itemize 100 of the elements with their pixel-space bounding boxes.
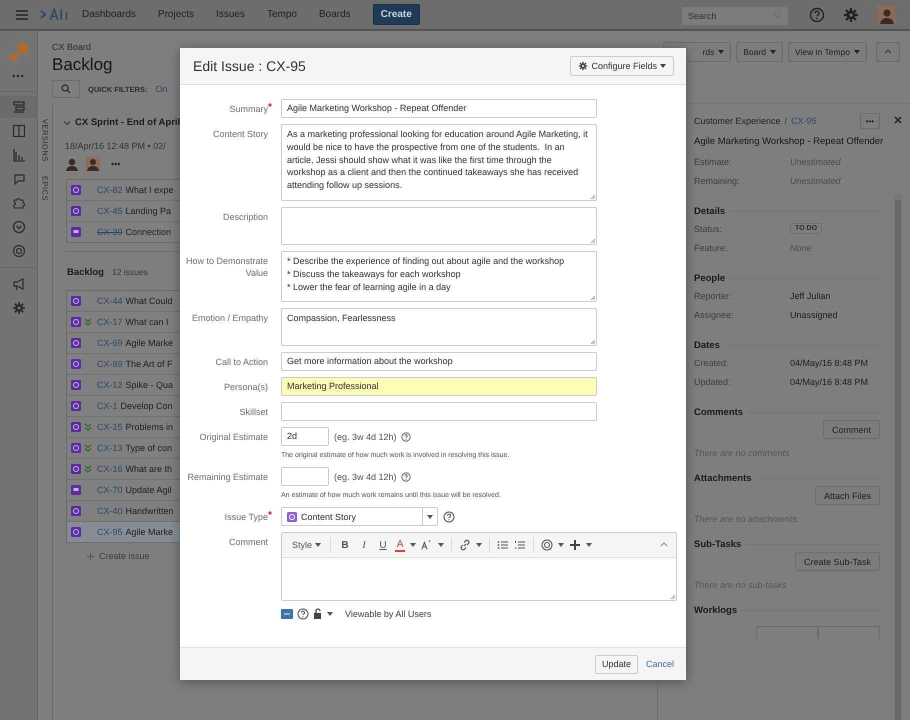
- more-button[interactable]: •••: [860, 113, 880, 129]
- sprint-name: CX Sprint - End of April: [75, 117, 180, 128]
- field-label: Call to Action: [215, 356, 268, 368]
- panel-action-button[interactable]: Attach Files: [814, 486, 880, 505]
- issue-key[interactable]: CX-15: [97, 422, 123, 432]
- section-heading: Worklogs: [694, 605, 738, 616]
- backlog-nav-item[interactable]: [0, 96, 38, 118]
- resize-grip-icon[interactable]: [590, 194, 595, 199]
- create-button[interactable]: Create: [372, 4, 420, 25]
- settings-icon[interactable]: [12, 301, 26, 315]
- dropdown-button[interactable]: Board: [736, 42, 784, 62]
- issue-key[interactable]: CX-1: [97, 401, 118, 411]
- quick-filter-link[interactable]: On: [155, 84, 168, 94]
- avatar-icon: [65, 157, 79, 171]
- help-icon[interactable]: [297, 608, 309, 620]
- help-icon[interactable]: [809, 6, 825, 22]
- configure-fields-button[interactable]: Configure Fields: [570, 56, 674, 76]
- columns-icon[interactable]: [12, 124, 26, 138]
- resize-grip-icon[interactable]: [590, 339, 595, 344]
- target-icon[interactable]: [12, 244, 26, 258]
- nav-link[interactable]: Issues: [216, 9, 245, 20]
- panel-action-button[interactable]: Create Sub-Task: [794, 552, 880, 571]
- dialog-title: Edit Issue : CX-95: [193, 58, 306, 74]
- textarea-field[interactable]: [281, 206, 597, 245]
- link-icon[interactable]: [459, 539, 472, 552]
- caret-icon[interactable]: [327, 612, 333, 616]
- puzzle-icon[interactable]: [12, 196, 26, 210]
- help-icon[interactable]: [443, 510, 455, 523]
- issue-key[interactable]: CX-13: [97, 443, 123, 453]
- text-size-icon[interactable]: [421, 539, 434, 552]
- issue-summary: Type of con: [126, 443, 172, 453]
- text-field[interactable]: [281, 402, 597, 422]
- logo-icon[interactable]: [40, 8, 70, 21]
- more-button[interactable]: •••: [12, 71, 25, 81]
- resize-grip-icon[interactable]: [670, 594, 675, 600]
- numbered-list-icon[interactable]: [514, 539, 526, 552]
- update-button[interactable]: Update: [594, 654, 638, 674]
- emoticon-icon[interactable]: [541, 539, 554, 552]
- search-field[interactable]: Search: [682, 6, 788, 24]
- issue-key[interactable]: CX-95: [97, 527, 123, 537]
- issue-key-link[interactable]: CX-95: [791, 116, 817, 126]
- issue-key[interactable]: CX-45: [97, 206, 123, 216]
- issue-type-select[interactable]: Content Story: [281, 507, 438, 526]
- textarea-field[interactable]: * Describe the experience of finding out about agile and the workshop * Discuss the takeaways for each workshop * Lower the fear of learning agile in a day: [281, 250, 597, 302]
- help-icon[interactable]: [400, 472, 411, 482]
- plus-icon: [87, 552, 94, 560]
- nav-link[interactable]: Boards: [318, 9, 351, 20]
- help-icon[interactable]: [400, 432, 411, 442]
- cancel-link[interactable]: Cancel: [646, 659, 674, 669]
- project-link[interactable]: Customer Experience: [694, 116, 781, 126]
- create-issue-link[interactable]: Create issue: [99, 551, 150, 561]
- megaphone-icon[interactable]: [12, 277, 26, 291]
- plus-icon[interactable]: [569, 539, 582, 552]
- resize-grip-icon[interactable]: [590, 295, 595, 300]
- avatar-icon[interactable]: [878, 6, 896, 24]
- caret-icon: [718, 50, 724, 54]
- issue-key[interactable]: CX-82: [97, 185, 123, 195]
- dropdown-button[interactable]: View in Tempo: [788, 42, 867, 62]
- search-button[interactable]: [52, 80, 80, 98]
- text-field[interactable]: Agile Marketing Workshop - Repeat Offender: [281, 99, 597, 118]
- section-heading: Backlog: [67, 267, 104, 278]
- close-icon[interactable]: [894, 116, 902, 124]
- issue-key[interactable]: CX-16: [97, 464, 123, 474]
- chevron-circle-icon[interactable]: [12, 220, 26, 234]
- more-button[interactable]: •••: [111, 159, 120, 169]
- issue-key[interactable]: CX-44: [97, 296, 123, 306]
- issue-key[interactable]: CX-12: [97, 380, 123, 390]
- format-button[interactable]: A: [395, 538, 406, 552]
- format-button[interactable]: I: [357, 540, 372, 551]
- bar-chart-icon[interactable]: [12, 148, 26, 162]
- panel-action-button[interactable]: Comment: [822, 420, 880, 439]
- bullet-list-icon[interactable]: [497, 539, 510, 552]
- wiki-markup-icon[interactable]: [281, 608, 293, 620]
- nav-link[interactable]: Tempo: [266, 9, 297, 20]
- issue-key[interactable]: CX-89: [97, 359, 123, 369]
- text-field[interactable]: Marketing Professional: [281, 377, 597, 396]
- issue-key[interactable]: CX-40: [97, 506, 123, 516]
- estimate-field[interactable]: 2d: [281, 427, 329, 446]
- required-icon: [268, 103, 272, 107]
- format-button[interactable]: B: [338, 540, 352, 551]
- issue-key[interactable]: CX-69: [97, 338, 123, 348]
- unlocked-padlock-icon[interactable]: [313, 608, 323, 620]
- collapse-caret-icon[interactable]: [63, 118, 71, 126]
- nav-link[interactable]: Projects: [158, 9, 194, 20]
- style-dropdown[interactable]: Style: [290, 540, 324, 550]
- field-label: Remaining:: [694, 176, 741, 186]
- settings-icon[interactable]: [843, 6, 859, 22]
- textarea-field[interactable]: Compassion, Fearlessness: [281, 308, 597, 346]
- issue-key[interactable]: CX-70: [97, 485, 123, 495]
- issue-key[interactable]: CX-39: [97, 227, 123, 237]
- estimate-field[interactable]: [281, 467, 329, 486]
- gear-icon: [578, 61, 588, 71]
- resize-grip-icon[interactable]: [590, 238, 595, 243]
- issue-key[interactable]: CX-17: [97, 317, 123, 327]
- speech-bubble-icon[interactable]: [12, 172, 26, 186]
- text-field[interactable]: Get more information about the workshop: [281, 352, 597, 372]
- textarea-field[interactable]: As a marketing professional looking for education around Agile Marketing, it would be nice to have the prospective from one of the students. In an article, Jessi should show what it was like the first time through the workshop as a client and then the continued takeaways she has received attending follow up sessions.: [281, 124, 597, 201]
- nav-link[interactable]: Dashboards: [82, 9, 136, 20]
- format-button[interactable]: U: [376, 540, 390, 551]
- caret-icon[interactable]: [427, 514, 433, 519]
